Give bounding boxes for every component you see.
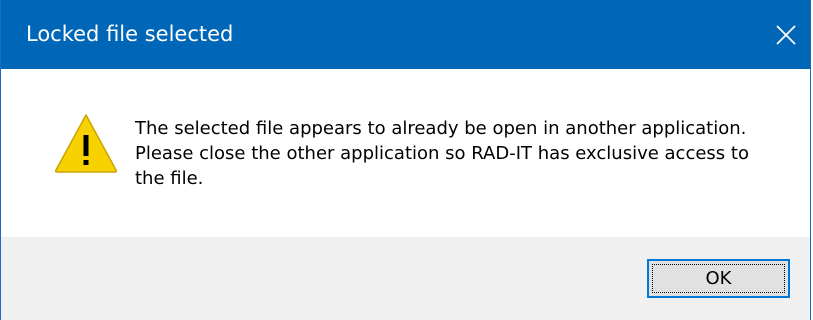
close-button[interactable]	[762, 0, 810, 69]
message-area: The selected file appears to already be …	[1, 69, 810, 237]
warning-icon	[54, 114, 118, 173]
close-icon	[776, 25, 796, 45]
message-text: The selected file appears to already be …	[135, 118, 749, 189]
dialog-window: Locked file selected The selected file a…	[0, 0, 811, 320]
window-title: Locked file selected	[26, 22, 234, 46]
ok-button-label: OK	[705, 267, 732, 289]
ok-button[interactable]: OK	[647, 259, 790, 298]
title-bar: Locked file selected	[1, 0, 810, 69]
button-bar: OK	[1, 237, 810, 320]
